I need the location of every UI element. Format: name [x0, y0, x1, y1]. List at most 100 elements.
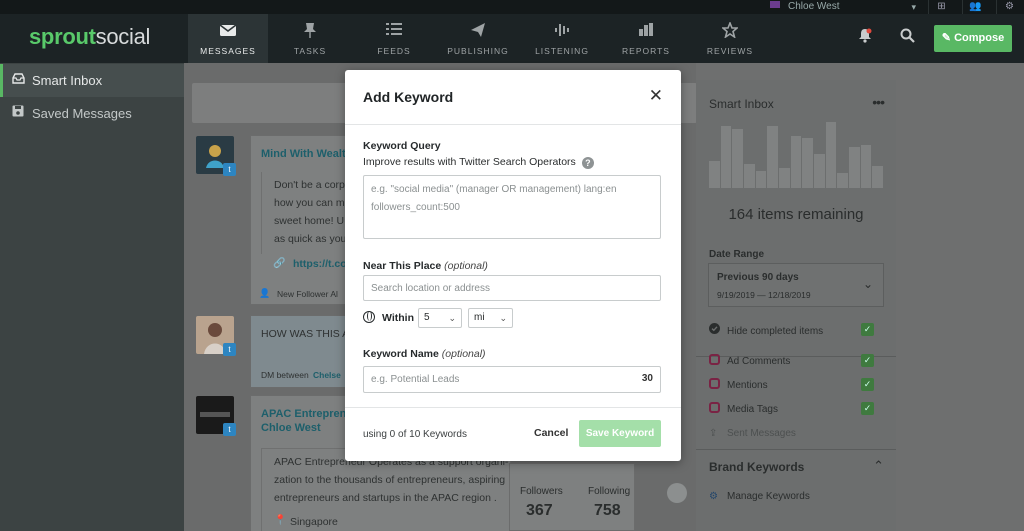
nav-reviews[interactable]: REVIEWS: [690, 14, 770, 63]
gear-icon: ⚙: [709, 491, 718, 502]
message-link[interactable]: https://t.co: [293, 258, 347, 270]
volume-bar: [837, 172, 848, 188]
pin-icon: [301, 22, 319, 38]
volume-bar: [744, 163, 755, 188]
nav-label: MESSAGES: [200, 46, 256, 56]
smart-inbox-panel: Smart Inbox ••• 164 items remaining Date…: [696, 80, 896, 531]
sidebar-item-smart-inbox[interactable]: Smart Inbox: [0, 64, 184, 97]
nav-listening[interactable]: LISTENING: [522, 14, 602, 63]
bio-line: zation to the thousands of entrepreneurs…: [274, 474, 506, 486]
location-pin-icon: 📍: [274, 515, 287, 526]
message-author-secondary[interactable]: Chloe West: [261, 422, 321, 434]
volume-bar: [849, 147, 860, 188]
filter-sent-messages[interactable]: ⇪ Sent Messages: [709, 427, 884, 443]
bar-chart-icon: [637, 22, 655, 38]
volume-bar: [709, 161, 720, 188]
avatar[interactable]: t: [196, 316, 236, 356]
plus-square-icon[interactable]: ⊞: [928, 0, 954, 14]
filter-label: Mentions: [727, 380, 768, 391]
reply-icon[interactable]: [667, 483, 687, 503]
floppy-disk-icon: [12, 97, 24, 130]
logo-light: social: [95, 24, 151, 49]
manage-keywords-link[interactable]: ⚙ Manage Keywords: [709, 490, 884, 506]
close-icon[interactable]: ✕: [649, 87, 663, 105]
profile-location: Singapore: [290, 516, 338, 528]
hide-completed-toggle[interactable]: Hide completed items ✓: [709, 323, 884, 339]
check-circle-icon: [709, 323, 721, 339]
keyword-name-input[interactable]: [363, 366, 661, 393]
brand-keywords-heading: Brand Keywords: [709, 460, 805, 474]
filter-ad-comments[interactable]: Ad Comments ✓: [709, 354, 884, 370]
nav-messages[interactable]: MESSAGES: [188, 14, 268, 63]
sidebar-item-label: Smart Inbox: [32, 73, 103, 88]
keyword-query-label: Keyword Query: [363, 140, 441, 152]
upload-tray-icon: ⇪: [709, 428, 718, 439]
sidebar-item-saved-messages[interactable]: Saved Messages: [0, 97, 184, 130]
volume-bar: [755, 170, 767, 188]
filter-checkbox[interactable]: ✓: [861, 378, 874, 391]
main-nav: sproutsocial MESSAGES TASKS FEEDS PUBLIS…: [0, 14, 1024, 63]
distance-value: 5: [424, 312, 430, 323]
nav-label: REPORTS: [622, 46, 670, 56]
nav-label: LISTENING: [535, 46, 589, 56]
waveform-icon: [553, 22, 571, 38]
volume-bar: [825, 121, 837, 188]
add-user-icon: 👤: [259, 288, 271, 298]
volume-bar-chart: [709, 118, 884, 188]
message-meta: DM between: [261, 370, 309, 380]
message-meta-name[interactable]: Chelse: [313, 370, 341, 380]
filter-mentions[interactable]: Mentions ✓: [709, 378, 884, 394]
filter-checkbox[interactable]: ✓: [861, 402, 874, 415]
compose-button[interactable]: ✎ Compose: [934, 25, 1012, 52]
keyword-name-label: Keyword Name (optional): [363, 348, 486, 360]
account-strip: Chloe West ▾ ⊞ 👥 ⚙: [0, 0, 1024, 14]
message-line: sweet home! U: [274, 215, 345, 227]
nav-label: FEEDS: [377, 46, 411, 56]
location-search-input[interactable]: [363, 275, 661, 301]
optional-hint: (optional): [441, 348, 486, 360]
paper-plane-icon: [469, 22, 487, 38]
message-author[interactable]: APAC Entreprene: [261, 408, 352, 420]
message-author[interactable]: Mind With Wealt: [261, 148, 346, 160]
volume-bar: [860, 144, 872, 188]
keyword-name-label-text: Keyword Name: [363, 348, 439, 360]
add-keyword-dialog: Add Keyword ✕ Keyword Query Improve resu…: [345, 70, 681, 461]
question-icon[interactable]: ?: [581, 157, 594, 169]
distance-select[interactable]: 5 ⌄: [418, 308, 462, 328]
keyword-query-input[interactable]: [363, 175, 661, 239]
nav-reports[interactable]: REPORTS: [606, 14, 686, 63]
unit-select[interactable]: mi ⌄: [468, 308, 513, 328]
more-options-icon[interactable]: •••: [872, 94, 885, 110]
volume-bar: [814, 154, 825, 188]
followers-count: 367: [526, 502, 553, 519]
avatar[interactable]: t: [196, 136, 236, 176]
notification-bell-icon[interactable]: [858, 28, 872, 47]
date-range-select[interactable]: Previous 90 days 9/19/2019 — 12/18/2019 …: [708, 263, 884, 307]
near-place-label-text: Near This Place: [363, 260, 442, 272]
volume-bar: [802, 137, 813, 188]
nav-label: PUBLISHING: [447, 46, 509, 56]
following-count: 758: [594, 502, 621, 519]
users-icon[interactable]: 👥: [962, 0, 988, 14]
chevron-up-icon[interactable]: ⌃: [873, 458, 884, 474]
account-switcher[interactable]: Chloe West ▾: [760, 0, 924, 14]
filter-checkbox[interactable]: ✓: [861, 354, 874, 367]
filter-label: Sent Messages: [727, 428, 796, 439]
cancel-button[interactable]: Cancel: [534, 427, 568, 439]
sprout-social-logo[interactable]: sproutsocial: [29, 24, 150, 50]
gear-icon[interactable]: ⚙: [996, 0, 1022, 14]
inbox-tray-icon: [12, 64, 25, 97]
instagram-icon: [709, 402, 720, 413]
hide-completed-checkbox[interactable]: ✓: [861, 323, 874, 336]
globe-icon: [363, 311, 375, 323]
save-keyword-button[interactable]: Save Keyword: [579, 420, 661, 447]
nav-publishing[interactable]: PUBLISHING: [438, 14, 518, 63]
avatar[interactable]: t: [196, 396, 236, 436]
filter-media-tags[interactable]: Media Tags ✓: [709, 402, 884, 418]
message-line: as quick as you: [274, 233, 347, 245]
search-icon[interactable]: [900, 28, 915, 47]
nav-tasks[interactable]: TASKS: [270, 14, 350, 63]
nav-feeds[interactable]: FEEDS: [354, 14, 434, 63]
character-counter: 30: [641, 373, 653, 384]
followers-label: Followers: [520, 486, 563, 497]
